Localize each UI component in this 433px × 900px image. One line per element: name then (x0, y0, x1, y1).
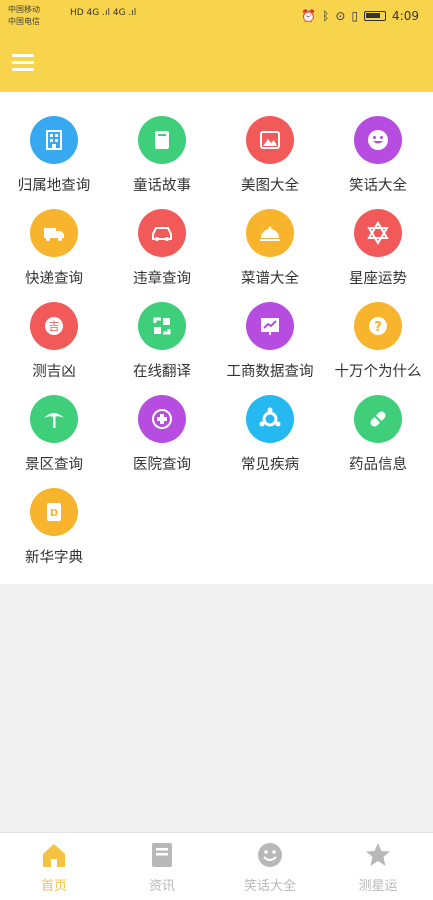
nav-item[interactable]: 测星运 (324, 833, 432, 900)
grid-item-label: 药品信息 (349, 457, 407, 473)
grid-item[interactable]: 笑话大全 (324, 92, 432, 194)
question-icon: ? (354, 302, 402, 350)
svg-text:?: ? (374, 320, 382, 335)
grid-item[interactable]: 童话故事 (108, 92, 216, 194)
grid-item[interactable]: 在线翻译 (108, 278, 216, 380)
grid-item[interactable]: 归属地查询 (0, 92, 108, 194)
app-bar (0, 34, 433, 92)
nav-item[interactable]: 首页 (0, 833, 108, 900)
virus-icon (246, 395, 294, 443)
news-icon (148, 841, 176, 869)
grid-item[interactable]: D 新华字典 (0, 464, 108, 566)
clock: 4:09 (392, 9, 419, 23)
dictionary-icon: D (30, 488, 78, 536)
carrier-info: 中国移动 中国电信 (8, 4, 40, 28)
status-right: ⏰ ᛒ ⊙ ▯ 4:09 (301, 9, 419, 23)
smiley-icon (354, 116, 402, 164)
truck-icon (30, 209, 78, 257)
nav-label: 笑话大全 (243, 879, 296, 894)
grid-item[interactable]: 违章查询 (108, 185, 216, 287)
menu-icon-bar (12, 68, 34, 71)
location-icon: ⊙ (335, 9, 346, 23)
menu-icon-bar (12, 54, 34, 57)
nav-label: 资讯 (148, 879, 175, 894)
star-of-david-icon (354, 209, 402, 257)
menu-icon-bar (12, 61, 34, 64)
medical-cross-icon (138, 395, 186, 443)
grid-item-label: 医院查询 (133, 457, 191, 473)
star-icon (364, 841, 392, 869)
status-bar: 中国移动 中国电信 HD 4G .ıl 4G .ıl ⏰ ᛒ ⊙ ▯ 4:09 (0, 0, 433, 34)
signal-indicator: HD 4G .ıl 4G .ıl (70, 8, 137, 18)
building-grid-icon (30, 116, 78, 164)
grid-item[interactable]: 药品信息 (324, 371, 432, 473)
carrier-1: 中国移动 (8, 5, 40, 14)
nav-label: 测星运 (358, 879, 398, 894)
fortune-coin-icon: 吉 (30, 302, 78, 350)
carrier-2: 中国电信 (8, 17, 40, 26)
grid-item[interactable]: 吉测吉凶 (0, 278, 108, 380)
pill-icon (354, 395, 402, 443)
grid-item[interactable]: 常见疾病 (216, 371, 324, 473)
chart-board-icon (246, 302, 294, 350)
palm-tree-icon (30, 395, 78, 443)
feature-grid: 归属地查询 童话故事 美图大全 笑话大全快递查询 违章查询 菜谱大全 星座运势吉测吉凶 在线翻… (0, 92, 433, 584)
svg-text:吉: 吉 (49, 320, 60, 333)
battery-icon (364, 11, 387, 21)
book-icon (138, 116, 186, 164)
alarm-icon: ⏰ (301, 9, 317, 23)
food-cloche-icon (246, 209, 294, 257)
vibrate-icon: ▯ (351, 9, 359, 23)
bluetooth-icon: ᛒ (322, 9, 330, 23)
grid-item[interactable]: 医院查询 (108, 371, 216, 473)
grid-item[interactable]: ? 十万个为什么 (324, 278, 432, 380)
grid-item[interactable]: 快递查询 (0, 185, 108, 287)
nav-item[interactable]: 笑话大全 (216, 833, 324, 900)
bottom-navigation: 首页 资讯 笑话大全 测星运 (0, 832, 433, 900)
menu-button[interactable] (12, 54, 34, 72)
picture-icon (246, 116, 294, 164)
nav-item[interactable]: 资讯 (108, 833, 216, 900)
svg-text:D: D (50, 508, 58, 519)
translate-arrows-icon (138, 302, 186, 350)
smiley-icon (256, 841, 284, 869)
grid-item[interactable]: 景区查询 (0, 371, 108, 473)
grid-item[interactable]: 美图大全 (216, 92, 324, 194)
home-icon (40, 841, 68, 869)
grid-item[interactable]: 工商数据查询 (216, 278, 324, 380)
nav-label: 首页 (40, 879, 67, 894)
grid-item[interactable]: 星座运势 (324, 185, 432, 287)
grid-item-label: 新华字典 (25, 550, 83, 566)
car-icon (138, 209, 186, 257)
grid-item[interactable]: 菜谱大全 (216, 185, 324, 287)
grid-item-label: 常见疾病 (241, 457, 299, 473)
